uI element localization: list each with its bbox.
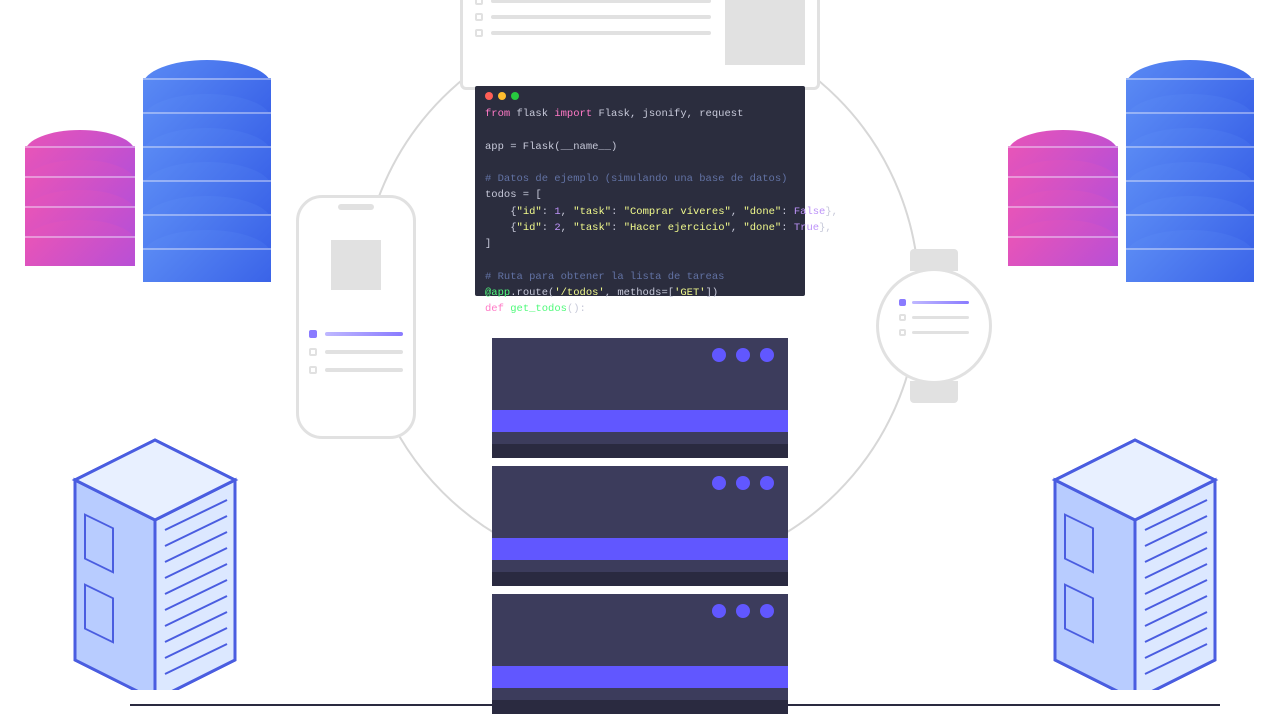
floor-line <box>130 704 1220 706</box>
server-tower-icon <box>492 338 788 722</box>
window-traffic-lights <box>485 92 795 100</box>
server-rack-left-icon <box>50 430 260 690</box>
phone-wireframe <box>296 195 416 439</box>
browser-wireframe <box>460 0 820 90</box>
code-editor: from flask import Flask, jsonify, reques… <box>475 86 805 296</box>
server-rack-right-icon <box>1030 430 1240 690</box>
smartwatch-wireframe <box>876 268 992 384</box>
